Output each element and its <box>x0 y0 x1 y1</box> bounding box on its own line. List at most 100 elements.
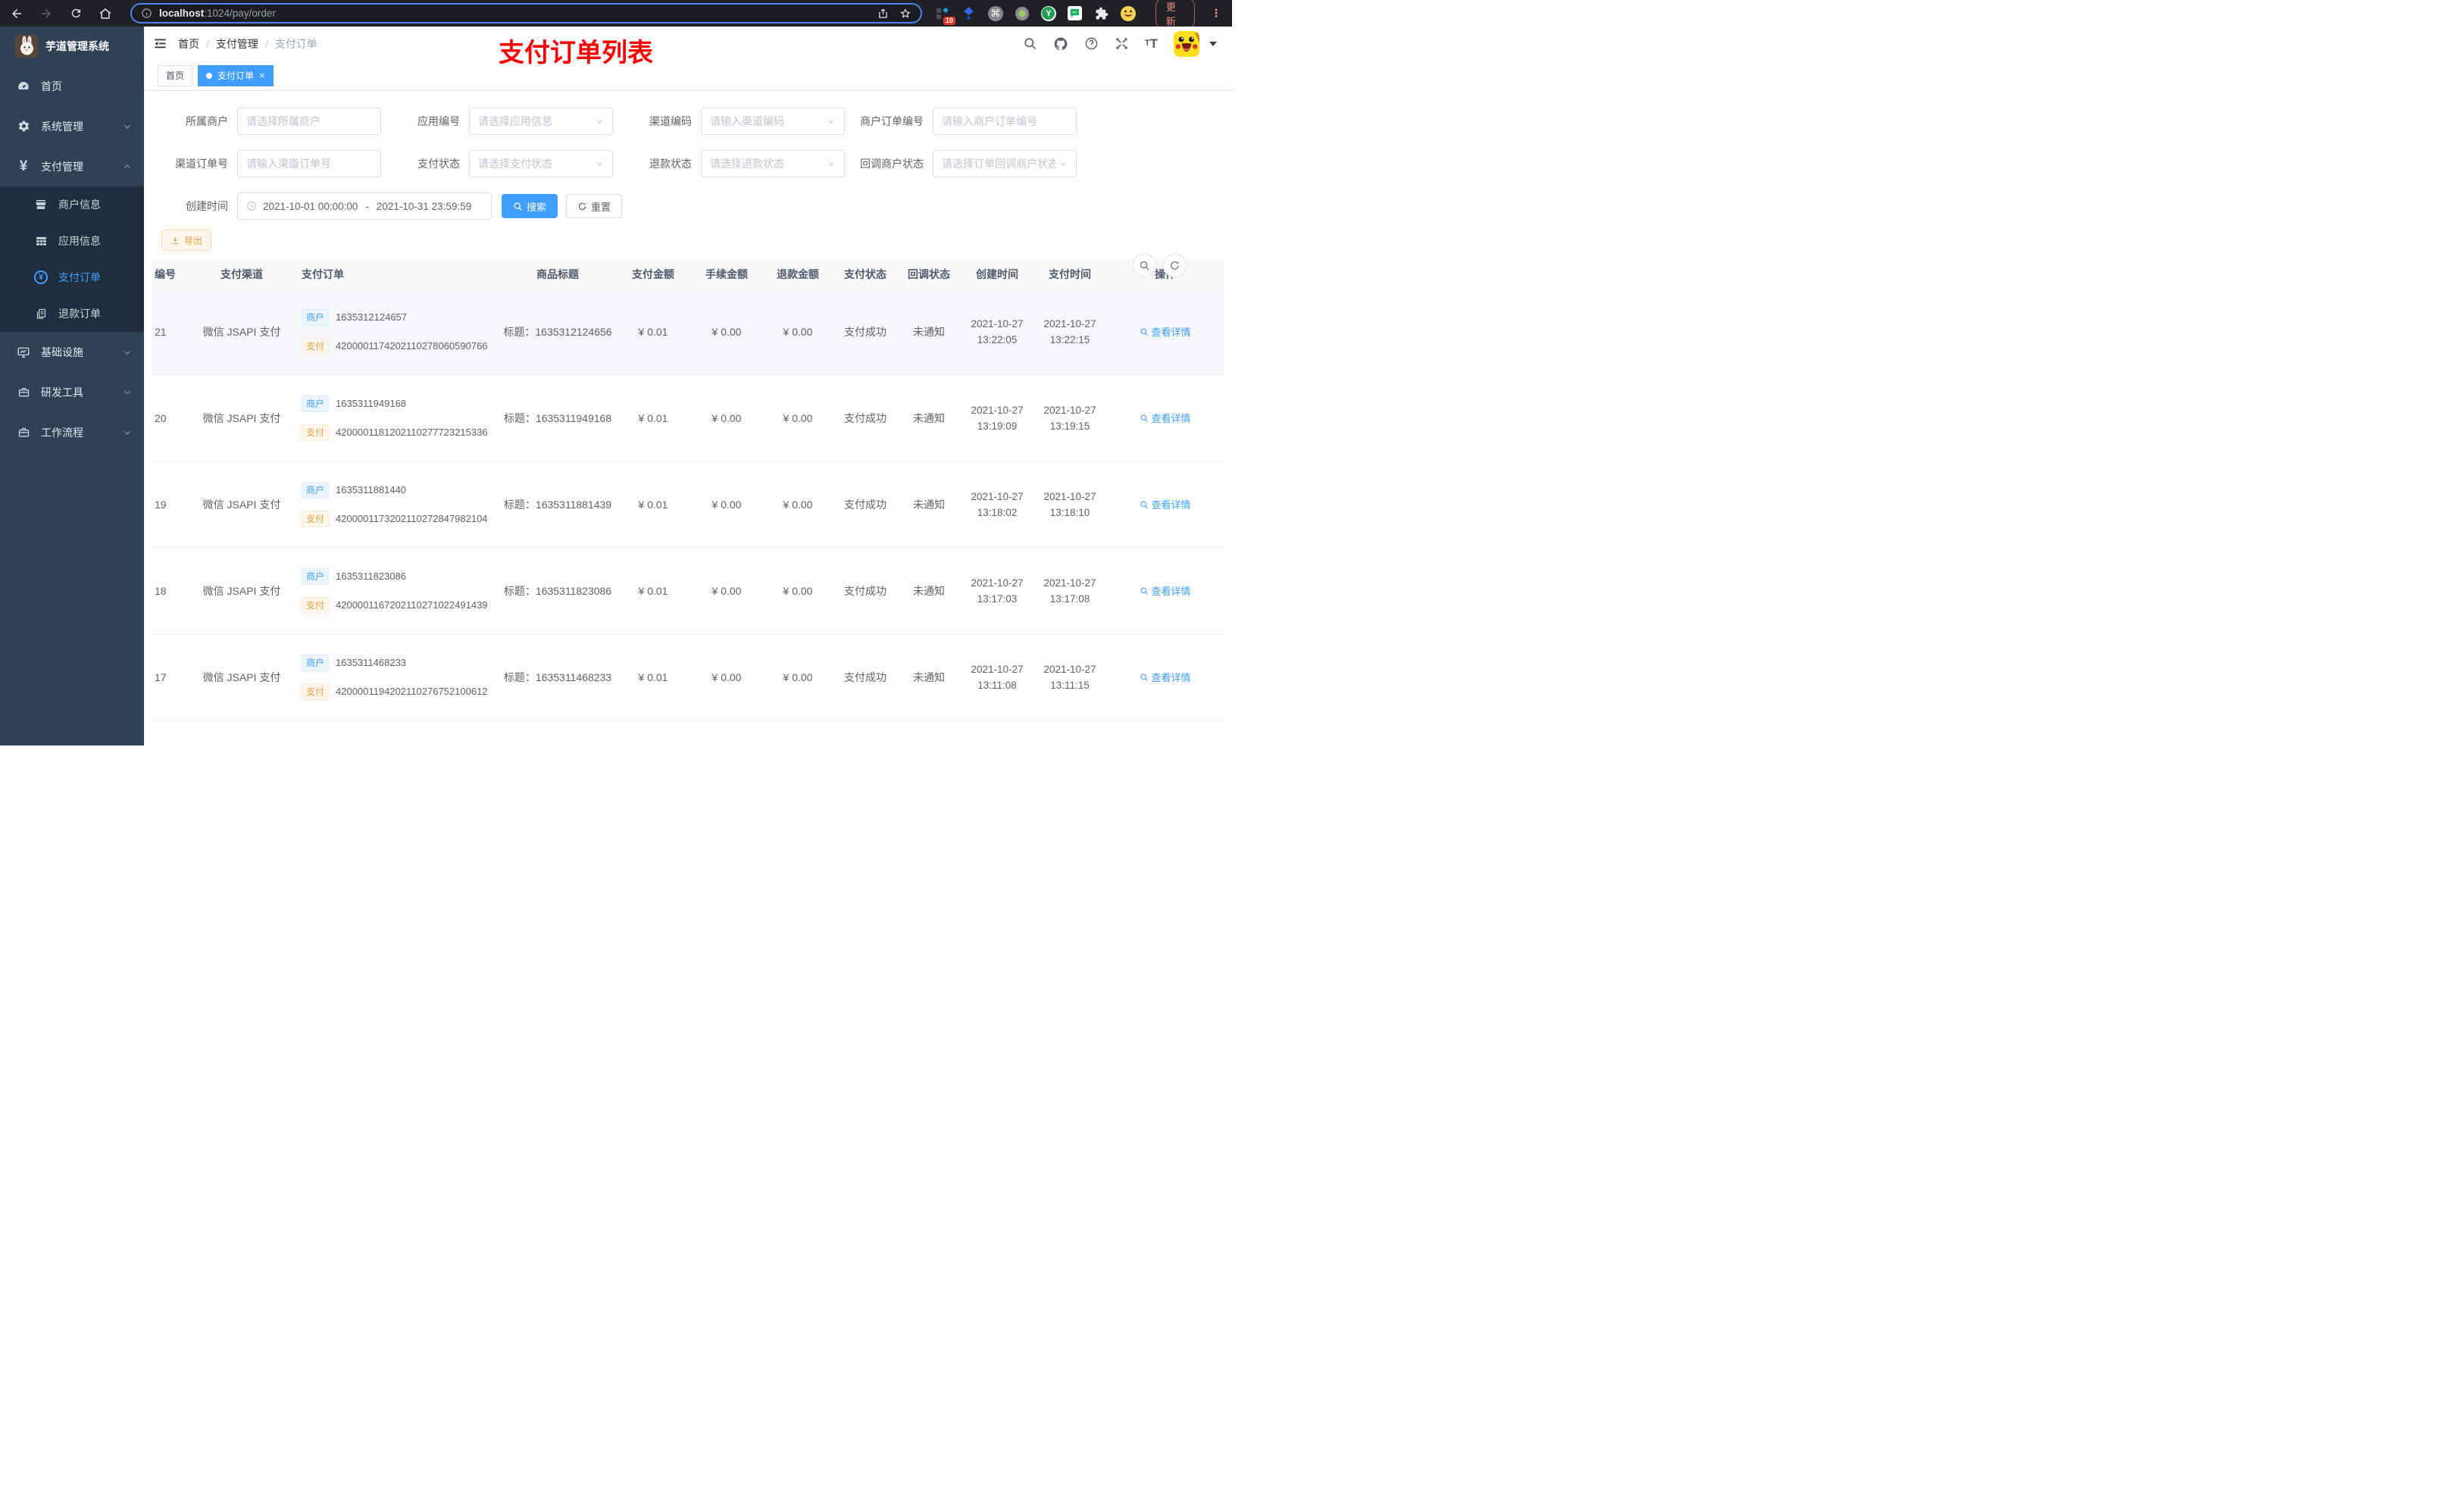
sidebar: 芋道管理系统 首页 系统管理 ¥ 支付管理 商户信息 应用信息 ¥ 支付订单 退… <box>0 27 144 746</box>
refresh-icon[interactable] <box>1163 254 1187 277</box>
merchant-badge: 商户 <box>302 308 330 326</box>
view-detail-link[interactable]: 查看详情 <box>1140 324 1191 339</box>
tab-close-icon[interactable]: × <box>259 70 265 81</box>
pay-badge: 支付 <box>302 510 330 527</box>
briefcase-icon <box>16 386 31 399</box>
extensions-puzzle-icon[interactable] <box>1093 5 1110 22</box>
select-caret-icon <box>595 117 604 126</box>
filter-create-time: 创建时间 2021-10-01 00:00:00 - 2021-10-31 23… <box>154 192 492 220</box>
breadcrumb-current: 支付订单 <box>258 36 317 52</box>
pay-status-select[interactable]: 请选择支付状态 <box>469 150 613 177</box>
sidebar-item-infra[interactable]: 基础设施 <box>0 332 144 372</box>
refund-status-select[interactable]: 请选择退款状态 <box>701 150 845 177</box>
reload-icon[interactable] <box>67 5 85 23</box>
grid-table-icon <box>33 235 48 248</box>
search-icon[interactable] <box>1023 36 1037 51</box>
breadcrumb-home[interactable]: 首页 <box>178 36 199 52</box>
font-size-icon[interactable]: TT <box>1145 37 1158 50</box>
filter-refund-status: 退款状态 请选择退款状态 <box>618 150 845 177</box>
extension-command-icon[interactable]: ⌘ <box>987 5 1004 22</box>
gear-icon <box>16 120 31 133</box>
annotation-title: 支付订单列表 <box>499 39 653 67</box>
table-row-partial: 商户1635311351736 <box>152 720 1224 746</box>
sidebar-item-workflow[interactable]: 工作流程 <box>0 412 144 452</box>
table-header: 编号 支付渠道 支付订单 商品标题 支付金额 手续金额 退款金额 支付状态 回调… <box>152 260 1224 289</box>
pay-badge: 支付 <box>302 424 330 441</box>
sidebar-item-app-info[interactable]: 应用信息 <box>0 223 144 259</box>
notify-status-select[interactable]: 请选择订单回调商户状态 <box>933 150 1077 177</box>
pay-badge: 支付 <box>302 596 330 614</box>
filter-merchant-order-no: 商户订单编号 <box>849 108 1077 135</box>
avatar-caret-icon[interactable] <box>1209 41 1217 46</box>
bookmark-star-icon[interactable] <box>899 8 911 20</box>
sidebar-item-home[interactable]: 首页 <box>0 66 144 106</box>
github-icon[interactable] <box>1053 36 1068 52</box>
extension-grid-icon[interactable]: 10 <box>934 5 955 25</box>
chevron-down-icon <box>123 388 132 397</box>
tab-home[interactable]: 首页 <box>158 64 193 86</box>
export-button[interactable]: 导出 <box>161 230 212 251</box>
sidebar-item-devtools[interactable]: 研发工具 <box>0 372 144 412</box>
chrome-menu-icon[interactable]: ⋮ <box>1211 7 1221 20</box>
app-title: 芋道管理系统 <box>45 40 109 52</box>
select-caret-icon <box>827 117 836 126</box>
view-detail-link[interactable]: 查看详情 <box>1140 411 1191 425</box>
filter-app-id: 应用编号 请选择应用信息 <box>386 108 613 135</box>
help-icon[interactable] <box>1084 36 1099 51</box>
chevron-up-icon <box>123 162 132 171</box>
table-row: 17 微信 JSAPI 支付 商户 1635311468233 支付 4200001… <box>152 634 1224 720</box>
page: localhost:1024/pay/order 10 ⌘ Y 更新 ⋮ 芋道… <box>0 0 1232 746</box>
sidebar-fold-icon[interactable] <box>153 36 167 51</box>
sidebar-item-pay[interactable]: ¥ 支付管理 <box>0 146 144 186</box>
url-path: :1024/pay/order <box>204 8 276 19</box>
workflow-briefcase-icon <box>16 426 31 439</box>
forward-icon[interactable] <box>37 5 55 23</box>
merchant-order-no-input[interactable] <box>942 115 1068 127</box>
url-bar[interactable]: localhost:1024/pay/order <box>130 3 922 23</box>
app-logo[interactable]: 芋道管理系统 <box>0 27 144 66</box>
extension-y-icon[interactable]: Y <box>1040 5 1057 22</box>
breadcrumb-pay[interactable]: 支付管理 <box>199 36 258 52</box>
sidebar-item-refund-order[interactable]: 退款订单 <box>0 295 144 332</box>
extension-dot-icon[interactable] <box>1014 5 1030 22</box>
table-row: 20 微信 JSAPI 支付 商户 1635311949168 支付 4200001… <box>152 375 1224 461</box>
url-host: localhost <box>159 8 205 19</box>
chevron-down-icon <box>123 122 132 131</box>
share-icon[interactable] <box>877 8 889 20</box>
tag-bar: 首页 支付订单 × <box>144 61 1232 91</box>
channel-code-select[interactable]: 请输入渠道编码 <box>701 108 845 135</box>
sidebar-item-pay-order[interactable]: ¥ 支付订单 <box>0 259 144 295</box>
chevron-down-icon <box>123 348 132 357</box>
select-caret-icon <box>595 159 604 168</box>
extension-chat-icon[interactable] <box>1067 5 1083 22</box>
extension-kite-icon[interactable] <box>961 5 977 22</box>
avatar[interactable] <box>1174 30 1199 57</box>
home-icon[interactable] <box>96 5 114 23</box>
search-button[interactable]: 搜索 <box>502 194 558 218</box>
breadcrumb: 首页 支付管理 支付订单 <box>178 36 317 52</box>
profile-emoji-icon[interactable] <box>1120 5 1137 22</box>
merchant-input[interactable] <box>246 115 372 127</box>
select-caret-icon <box>1058 159 1068 168</box>
date-range-input[interactable]: 2021-10-01 00:00:00 - 2021-10-31 23:59:5… <box>237 192 492 220</box>
app-id-select[interactable]: 请选择应用信息 <box>469 108 613 135</box>
channel-order-no-input[interactable] <box>246 158 372 170</box>
view-detail-link[interactable]: 查看详情 <box>1140 497 1191 511</box>
fullscreen-icon[interactable] <box>1115 36 1129 51</box>
merchant-badge: 商户 <box>302 481 330 499</box>
back-icon[interactable] <box>8 5 26 23</box>
view-detail-link[interactable]: 查看详情 <box>1140 670 1191 684</box>
reset-button[interactable]: 重置 <box>566 194 623 218</box>
sidebar-item-merchant-info[interactable]: 商户信息 <box>0 186 144 223</box>
site-info-icon[interactable] <box>141 8 152 19</box>
logo-rabbit-icon <box>15 35 38 58</box>
sidebar-item-system[interactable]: 系统管理 <box>0 106 144 146</box>
pay-badge: 支付 <box>302 337 330 355</box>
tab-pay-order[interactable]: 支付订单 × <box>198 64 274 86</box>
dashboard-icon <box>16 80 31 93</box>
merchant-badge: 商户 <box>302 567 330 585</box>
content: 所属商户 应用编号 请选择应用信息 渠道编码 请输入渠道编码 <box>144 91 1232 746</box>
view-detail-link[interactable]: 查看详情 <box>1140 583 1191 598</box>
filter-channel-order-no: 渠道订单号 <box>154 150 381 177</box>
toggle-search-icon[interactable] <box>1133 254 1156 277</box>
